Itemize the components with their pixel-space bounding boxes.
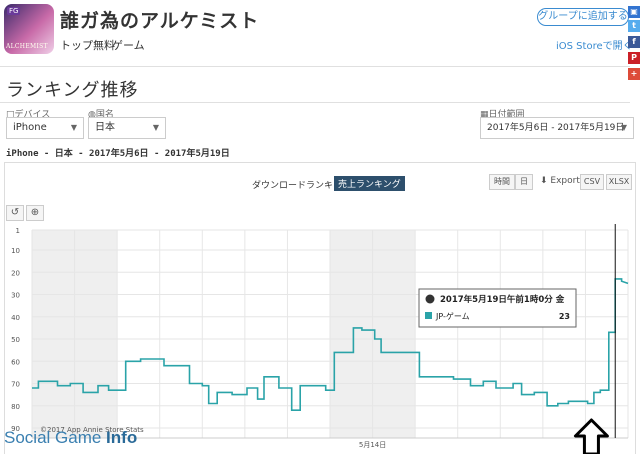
y-tick-label: 1 xyxy=(16,227,20,235)
tooltip: 2017年5月19日午前1時0分 金 JP-ゲーム 23 xyxy=(418,288,577,328)
series-swatch xyxy=(425,312,432,319)
app-icon: FG ALCHEMIST xyxy=(4,4,54,54)
y-tick-label: 20 xyxy=(11,269,20,277)
tooltip-series: JP-ゲーム xyxy=(435,311,470,321)
download-icon: ⬇ xyxy=(540,176,548,186)
day-button[interactable]: 日 xyxy=(515,174,533,190)
app-category[interactable]: トップ無料 xyxy=(60,37,115,53)
y-tick-label: 10 xyxy=(11,247,20,255)
y-tick-label: 80 xyxy=(11,403,20,411)
title-divider xyxy=(0,102,630,103)
y-tick-label: 70 xyxy=(11,381,20,389)
time-button[interactable]: 時間 xyxy=(489,174,515,190)
tooltip-title: 2017年5月19日午前1時0分 金 xyxy=(440,294,565,305)
y-tick-label: 30 xyxy=(11,292,20,300)
app-icon-logo: ALCHEMIST xyxy=(6,43,48,50)
add-to-group-button[interactable]: グループに追加する xyxy=(537,8,629,26)
watermark: Social Game Info xyxy=(4,428,138,447)
googleplus-share-icon[interactable]: + xyxy=(628,68,640,80)
chevron-down-icon: ▼ xyxy=(152,123,159,132)
x-tick-label: 5月14日 xyxy=(359,441,386,449)
app-icon-badge: FG xyxy=(7,7,21,15)
twitter-share-icon[interactable]: t xyxy=(628,20,640,32)
zoom-icon[interactable]: ⊕ xyxy=(26,205,44,221)
date-range-select[interactable]: 2017年5月6日 - 2017年5月19日 ▼ xyxy=(480,117,634,139)
open-ios-store-link[interactable]: iOS Storeで開く xyxy=(556,37,633,52)
facebook-share-icon[interactable]: f xyxy=(628,36,640,48)
delicious-share-icon[interactable]: ▣ xyxy=(628,6,640,18)
tooltip-value: 23 xyxy=(559,312,570,321)
y-tick-label: 50 xyxy=(11,336,20,344)
app-title: 誰ガ為のアルケミスト xyxy=(60,10,260,32)
y-tick-label: 40 xyxy=(11,314,20,322)
filter-summary: iPhone - 日本 - 2017年5月6日 - 2017年5月19日 xyxy=(6,149,230,159)
chevron-down-icon: ▼ xyxy=(620,123,627,132)
app-genre[interactable]: ゲーム xyxy=(112,37,145,53)
chevron-down-icon: ▼ xyxy=(70,123,77,132)
csv-button[interactable]: CSV xyxy=(580,174,604,190)
ranking-chart: 11020304050607080905月14日2017年5月19日午前1時0分… xyxy=(11,224,629,454)
pinterest-share-icon[interactable]: P xyxy=(628,52,640,64)
pointer-arrow-icon xyxy=(573,418,609,454)
country-select[interactable]: 日本 ▼ xyxy=(88,117,166,139)
reset-zoom-icon[interactable]: ↺ xyxy=(6,205,24,221)
y-tick-label: 60 xyxy=(11,358,20,366)
header-divider xyxy=(0,66,630,67)
device-select[interactable]: iPhone ▼ xyxy=(6,117,84,139)
globe-icon xyxy=(425,294,435,304)
page-title: ランキング推移 xyxy=(6,80,139,101)
xlsx-button[interactable]: XLSX xyxy=(606,174,632,190)
tab-revenue[interactable]: 売上ランキング xyxy=(334,176,405,191)
export-button[interactable]: ⬇ Export xyxy=(540,176,580,186)
